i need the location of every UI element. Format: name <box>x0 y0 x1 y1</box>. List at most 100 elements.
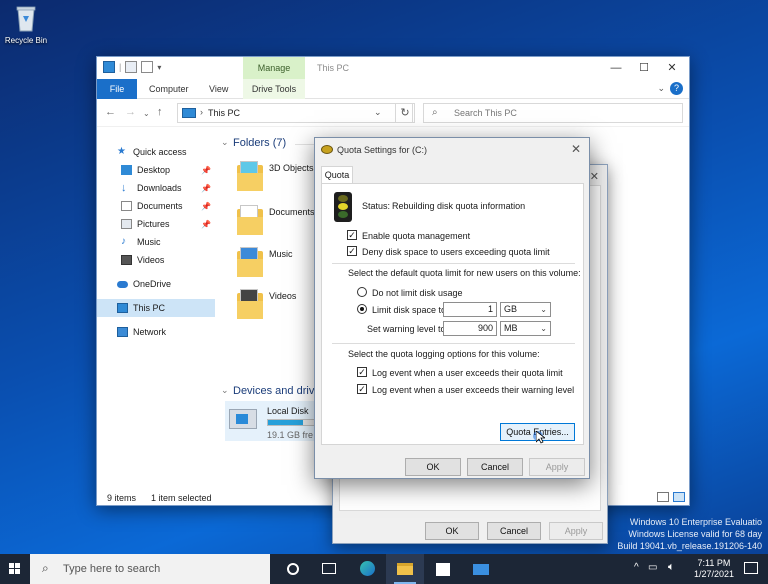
ok-button[interactable]: OK <box>405 458 461 476</box>
document-icon <box>121 201 132 211</box>
enable-quota-checkbox[interactable]: ✓ <box>347 230 357 240</box>
limit-value-input[interactable]: 1 <box>443 302 497 317</box>
drive-name: Local Disk <box>267 406 309 416</box>
task-view-button[interactable] <box>310 554 348 584</box>
deny-space-checkbox[interactable]: ✓ <box>347 246 357 256</box>
details-view-icon[interactable] <box>657 492 669 502</box>
quota-tab-pane: Status: Rebuilding disk quota informatio… <box>321 183 584 445</box>
dialog-title: Quota Settings for (C:) <box>337 145 428 155</box>
sidebar-item-documents[interactable]: Documents 📌 <box>97 197 215 215</box>
taskbar-search-box[interactable]: ⌕ Type here to search <box>30 554 270 584</box>
close-icon[interactable]: ✕ <box>571 142 581 156</box>
network-icon[interactable]: ▭ <box>648 562 657 573</box>
limit-unit-select[interactable]: GB ⌄ <box>500 302 551 317</box>
file-explorer-button[interactable] <box>386 554 424 584</box>
ok-button[interactable]: OK <box>425 522 479 540</box>
pin-icon: 📌 <box>201 201 211 211</box>
sidebar-item-network[interactable]: Network <box>97 323 215 341</box>
sidebar-item-downloads[interactable]: ↓ Downloads 📌 <box>97 179 215 197</box>
sidebar-item-label: Downloads <box>137 183 182 193</box>
tab-computer[interactable]: Computer <box>149 79 189 99</box>
edge-button[interactable] <box>348 554 386 584</box>
sidebar-item-onedrive[interactable]: OneDrive <box>97 275 215 293</box>
large-icons-view-icon[interactable] <box>673 492 685 502</box>
watermark-edition: Windows 10 Enterprise Evaluatio <box>629 517 762 527</box>
system-clock[interactable]: 7:11 PM 1/27/2021 <box>694 558 734 580</box>
back-arrow-icon[interactable]: ← <box>105 106 116 118</box>
tab-drive-tools[interactable]: Drive Tools <box>243 79 305 99</box>
limit-unit-value: GB <box>504 304 518 314</box>
collapse-chevron-icon[interactable]: ⌄ <box>221 137 229 148</box>
search-icon: ⌕ <box>42 561 49 575</box>
expand-ribbon-icon[interactable]: ⌄ <box>657 83 665 94</box>
log-quota-limit-checkbox[interactable]: ✓ <box>357 367 367 377</box>
show-hidden-icons-chevron-icon[interactable]: ^ <box>634 562 639 573</box>
tab-view[interactable]: View <box>209 79 228 99</box>
properties-icon[interactable] <box>125 61 138 73</box>
navigation-pane: ★ Quick access Desktop 📌 ↓ Downloads 📌 D… <box>97 127 215 489</box>
limit-to-radio[interactable] <box>357 304 367 314</box>
sidebar-item-label: This PC <box>133 303 166 313</box>
forward-arrow-icon[interactable]: → <box>125 106 136 118</box>
new-folder-icon[interactable] <box>141 61 154 73</box>
help-icon[interactable]: ? <box>670 82 683 95</box>
pin-icon: 📌 <box>201 219 211 229</box>
start-button[interactable] <box>0 554 30 584</box>
sidebar-item-this-pc[interactable]: This PC <box>97 299 215 317</box>
notifications-icon[interactable] <box>744 562 758 574</box>
chevron-down-icon: ⌄ <box>540 324 547 333</box>
tab-file[interactable]: File <box>97 79 137 99</box>
refresh-button[interactable]: ↻ <box>395 103 415 123</box>
recent-locations-icon[interactable]: ⌄ <box>143 109 150 118</box>
warning-value-input[interactable]: 900 <box>443 321 497 336</box>
drive-usage-fill <box>268 420 303 425</box>
watermark-build: Build 19041.vb_release.191206-140 <box>617 541 762 551</box>
tab-quota[interactable]: Quota <box>321 166 353 184</box>
cortana-button[interactable] <box>274 554 312 584</box>
devices-group-header[interactable]: Devices and driv <box>233 385 314 397</box>
address-bar[interactable]: › This PC ⌄ <box>177 103 413 123</box>
recycle-bin-label: Recycle Bin <box>4 36 48 45</box>
no-limit-label: Do not limit disk usage <box>372 288 463 298</box>
recycle-bin-shortcut[interactable]: Recycle Bin <box>2 4 50 45</box>
pc-icon <box>103 61 115 73</box>
volume-icon[interactable]: 🔈︎ <box>668 561 675 574</box>
store-button[interactable] <box>424 554 462 584</box>
address-dropdown-icon[interactable]: ⌄ <box>374 107 382 118</box>
up-arrow-icon[interactable]: ↑ <box>157 106 163 118</box>
drive-quota-icon <box>321 145 333 154</box>
cancel-button[interactable]: Cancel <box>487 522 541 540</box>
sidebar-item-desktop[interactable]: Desktop 📌 <box>97 161 215 179</box>
logging-options-label: Select the quota logging options for thi… <box>348 349 540 359</box>
no-limit-radio[interactable] <box>357 287 367 297</box>
apply-button[interactable]: Apply <box>549 522 603 540</box>
minimize-button[interactable]: — <box>603 59 629 77</box>
star-icon: ★ <box>117 146 126 157</box>
collapse-chevron-icon[interactable]: ⌄ <box>221 385 229 396</box>
separator: | <box>119 62 122 72</box>
clock-date: 1/27/2021 <box>693 569 734 579</box>
maximize-button[interactable]: ☐ <box>631 59 657 77</box>
folder-icon <box>237 205 263 235</box>
mail-button[interactable] <box>462 554 500 584</box>
apply-button[interactable]: Apply <box>529 458 585 476</box>
sidebar-item-music[interactable]: ♪ Music <box>97 233 215 251</box>
cancel-button[interactable]: Cancel <box>467 458 523 476</box>
folder-label: Videos <box>269 291 297 301</box>
search-input[interactable]: ⌕ Search This PC <box>423 103 683 123</box>
customize-dropdown-icon[interactable]: ▾ <box>157 63 161 72</box>
sidebar-item-videos[interactable]: Videos <box>97 251 215 269</box>
sidebar-item-quick-access[interactable]: ★ Quick access <box>97 143 215 161</box>
sidebar-item-pictures[interactable]: Pictures 📌 <box>97 215 215 233</box>
cortana-circle-icon <box>287 563 299 575</box>
log-warning-level-checkbox[interactable]: ✓ <box>357 384 367 394</box>
close-button[interactable]: ✕ <box>659 59 685 77</box>
folders-group-header[interactable]: Folders (7) <box>233 137 286 149</box>
folder-label: 3D Objects <box>269 163 314 173</box>
manage-context-tab[interactable]: Manage <box>243 57 305 79</box>
ribbon-tabs: File Computer View Drive Tools ⌄ ? <box>97 79 689 99</box>
warning-unit-select[interactable]: MB ⌄ <box>500 321 551 336</box>
status-text: Rebuilding disk quota information <box>392 201 526 211</box>
close-icon[interactable]: ✕ <box>590 170 599 183</box>
sidebar-item-label: Pictures <box>137 219 170 229</box>
